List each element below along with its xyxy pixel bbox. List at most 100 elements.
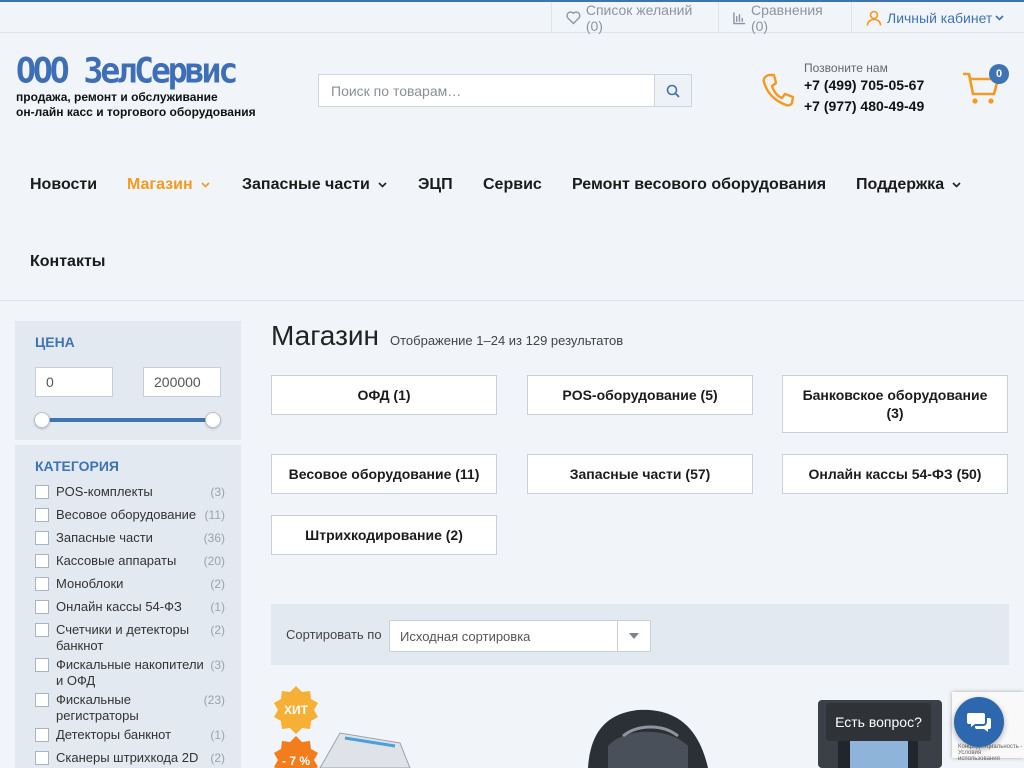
category-count: (3) <box>210 658 225 672</box>
compare-icon <box>733 11 746 24</box>
category-item[interactable]: Фискальные накопители и ОФД (3) <box>35 657 225 689</box>
category-item[interactable]: Детекторы банкнот (1) <box>35 727 225 743</box>
logo-subtitle-1: продажа, ремонт и обслуживание <box>16 90 218 104</box>
nav-shop[interactable]: Магазин <box>127 175 210 195</box>
nav-parts[interactable]: Запасные части <box>242 175 387 195</box>
header-divider <box>0 300 1024 301</box>
category-button-parts[interactable]: Запасные части (57) <box>527 454 753 494</box>
wishlist-link[interactable]: Список желаний (0) <box>551 1 718 34</box>
category-item[interactable]: Счетчики и детекторы банкнот (2) <box>35 622 225 654</box>
phone-number-1[interactable]: +7 (499) 705-05-67 <box>804 75 924 96</box>
category-label: Сканеры штрихкода 2D <box>56 750 199 765</box>
checkbox[interactable] <box>35 485 49 499</box>
product-image-banknote-counter[interactable] <box>568 706 718 768</box>
category-item[interactable]: Моноблоки (2) <box>35 576 225 592</box>
category-item[interactable]: Весовое оборудование (11) <box>35 507 225 523</box>
recaptcha-text: Конфиденциальность - Условия использован… <box>958 744 1023 762</box>
category-item[interactable]: Фискальные регистраторы (23) <box>35 692 225 724</box>
sort-select-value: Исходная сортировка <box>400 628 531 644</box>
nav-contacts[interactable]: Контакты <box>30 252 105 272</box>
category-filter-title: КАТЕГОРИЯ <box>35 458 119 474</box>
chat-tooltip[interactable]: Есть вопрос? <box>826 703 931 741</box>
compare-label: Сравнения (0) <box>750 1 823 34</box>
user-icon <box>866 10 882 26</box>
phone-number-2[interactable]: +7 (977) 480-49-49 <box>804 96 924 117</box>
category-count: (20) <box>203 554 225 568</box>
checkbox[interactable] <box>35 623 49 637</box>
category-button-pos[interactable]: POS-оборудование (5) <box>527 375 753 415</box>
checkbox[interactable] <box>35 577 49 591</box>
category-label: Фискальные накопители и ОФД <box>56 657 204 688</box>
nav-ecp[interactable]: ЭЦП <box>418 175 453 195</box>
price-max-input[interactable]: 200000 <box>143 367 221 397</box>
category-item[interactable]: Кассовые аппараты (20) <box>35 553 225 569</box>
checkbox[interactable] <box>35 728 49 742</box>
heart-icon <box>566 11 581 25</box>
chevron-down-icon <box>617 621 650 651</box>
search-form <box>318 74 692 107</box>
category-item[interactable]: Сканеры штрихкода 2D (2) <box>35 750 225 766</box>
search-icon <box>666 84 680 98</box>
category-item[interactable]: POS-комплекты (3) <box>35 484 225 500</box>
checkbox[interactable] <box>35 554 49 568</box>
category-count: (11) <box>204 508 225 522</box>
wishlist-label: Список желаний (0) <box>585 1 693 34</box>
contact-phones: Позвоните нам +7 (499) 705-05-67 +7 (977… <box>804 61 924 117</box>
category-button-online-kkt[interactable]: Онлайн кассы 54-ФЗ (50) <box>782 454 1008 494</box>
checkbox[interactable] <box>35 658 49 672</box>
category-count: (2) <box>210 751 225 765</box>
chevron-down-icon <box>201 182 210 188</box>
checkbox[interactable] <box>35 693 49 707</box>
sort-select[interactable]: Исходная сортировка <box>389 620 651 652</box>
account-link[interactable]: Личный кабинет <box>851 2 1024 33</box>
price-filter: ЦЕНА 0 200000 <box>15 321 241 440</box>
chevron-down-icon <box>995 14 1004 21</box>
category-button-barcode[interactable]: Штрихкодирование (2) <box>271 515 497 555</box>
category-count: (23) <box>203 693 225 707</box>
category-label: Моноблоки <box>56 576 124 591</box>
nav-parts-label: Запасные части <box>242 176 370 193</box>
category-count: (2) <box>210 623 225 637</box>
category-filter: КАТЕГОРИЯ POS-комплекты (3) Весовое обору… <box>15 445 241 768</box>
nav-scales-repair[interactable]: Ремонт весового оборудования <box>572 175 826 195</box>
logo-subtitle-2: он-лайн касс и торгового оборудования <box>16 105 256 119</box>
category-item[interactable]: Онлайн кассы 54-ФЗ (1) <box>35 599 225 615</box>
price-min-input[interactable]: 0 <box>35 367 113 397</box>
category-count: (3) <box>210 485 225 499</box>
category-button-ofd[interactable]: ОФД (1) <box>271 375 497 415</box>
category-button-banking[interactable]: Банковское оборудование (3) <box>782 375 1008 433</box>
chat-button[interactable] <box>954 697 1004 747</box>
top-bar: Список желаний (0) Сравнения (0) Личный … <box>0 1 1024 34</box>
category-label: Счетчики и детекторы банкнот <box>56 622 190 653</box>
checkbox[interactable] <box>35 600 49 614</box>
checkbox[interactable] <box>35 508 49 522</box>
category-item[interactable]: Запасные части (36) <box>35 530 225 546</box>
checkbox[interactable] <box>35 751 49 765</box>
price-slider-min-handle[interactable] <box>34 412 50 428</box>
nav-shop-label: Магазин <box>127 176 193 193</box>
badge-hit: ХИТ <box>284 703 308 717</box>
checkbox[interactable] <box>35 531 49 545</box>
sort-bar: Сортировать по Исходная сортировка <box>271 604 1009 665</box>
category-count: (1) <box>210 728 225 742</box>
site-logo[interactable]: ООО ЗелСервис продажа, ремонт и обслужив… <box>16 49 256 120</box>
price-slider-max-handle[interactable] <box>205 412 221 428</box>
search-button[interactable] <box>654 75 691 106</box>
compare-link[interactable]: Сравнения (0) <box>718 1 851 34</box>
price-filter-title: ЦЕНА <box>35 334 75 350</box>
category-button-scales[interactable]: Весовое оборудование (11) <box>271 454 497 494</box>
category-label: POS-комплекты <box>56 484 153 499</box>
nav-news[interactable]: Новости <box>30 175 97 195</box>
phone-icon <box>762 73 795 107</box>
category-label: Онлайн кассы 54-ФЗ <box>56 599 182 614</box>
category-label: Кассовые аппараты <box>56 553 177 568</box>
account-label: Личный кабинет <box>887 9 993 26</box>
category-count: (2) <box>210 577 225 591</box>
cart-button[interactable]: 0 <box>962 64 1009 111</box>
logo-title: ООО ЗелСервис <box>16 49 238 91</box>
results-count: Отображение 1–24 из 129 результатов <box>390 333 624 348</box>
nav-service[interactable]: Сервис <box>483 175 542 195</box>
chevron-down-icon <box>378 182 387 188</box>
nav-support[interactable]: Поддержка <box>856 175 961 195</box>
search-input[interactable] <box>319 75 654 106</box>
